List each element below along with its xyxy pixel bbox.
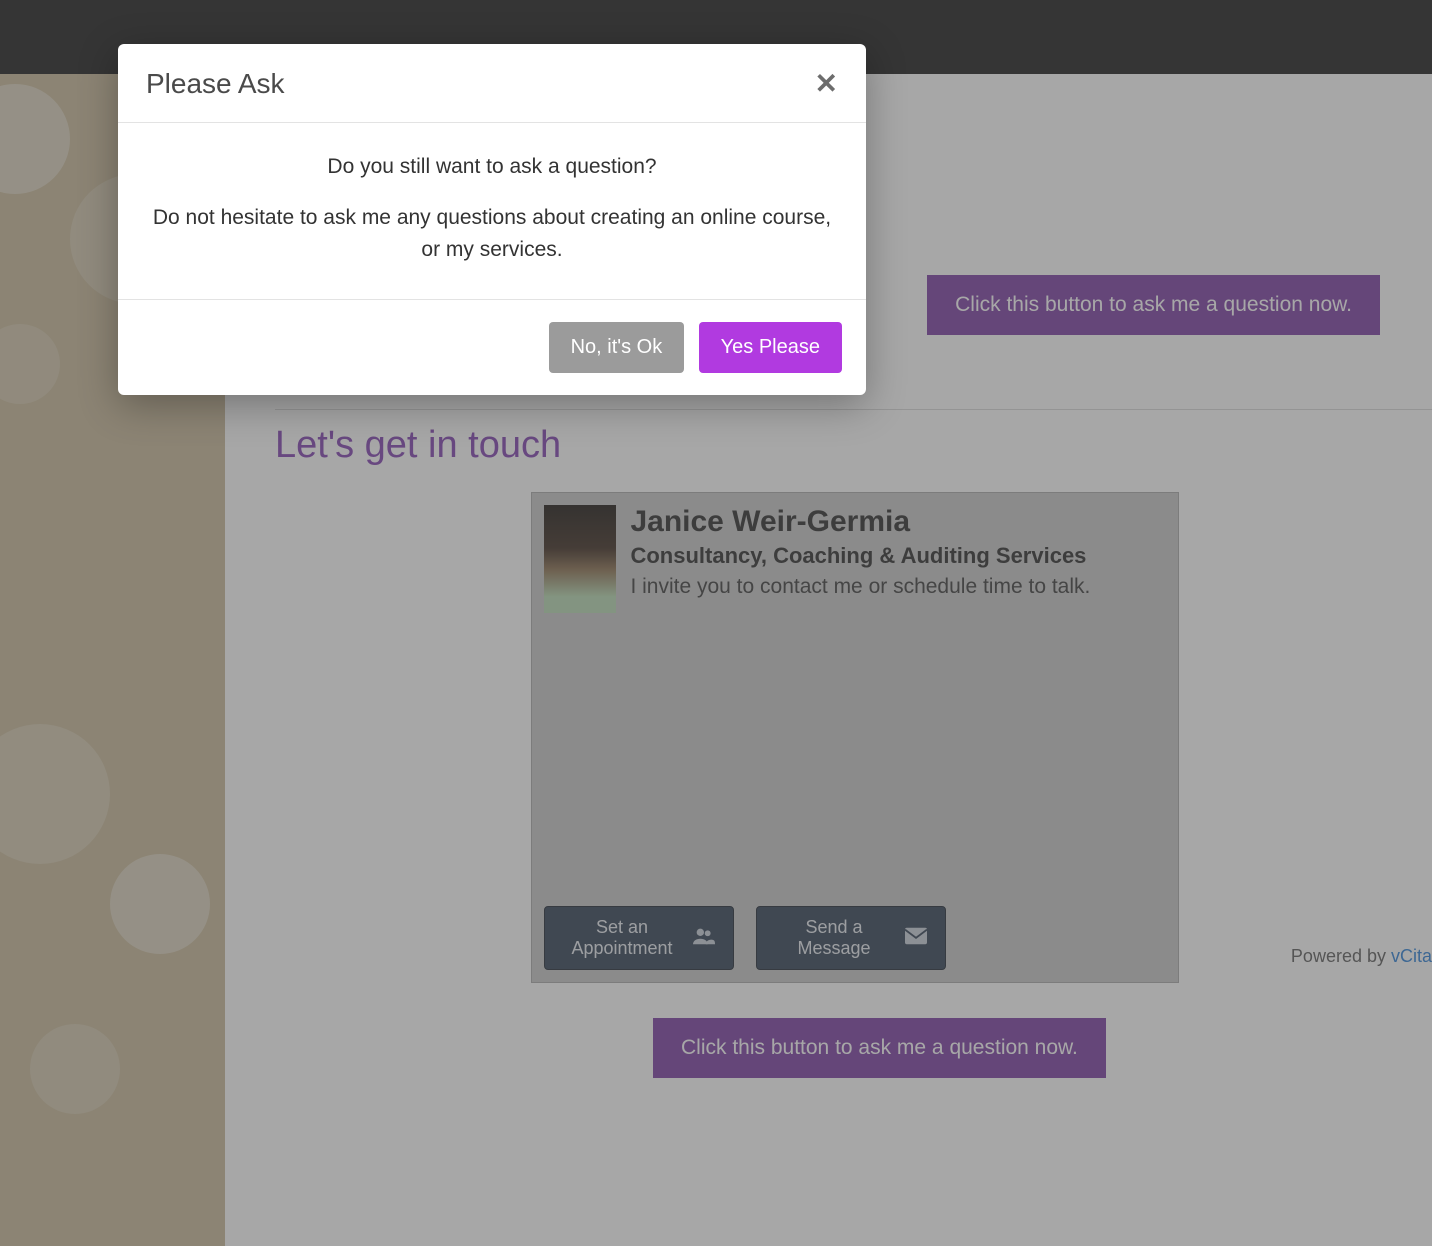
modal-footer: No, it's Ok Yes Please [118, 299, 866, 395]
modal-title: Please Ask [146, 68, 285, 100]
modal-line1: Do you still want to ask a question? [146, 151, 838, 184]
modal-body: Do you still want to ask a question? Do … [118, 123, 866, 299]
no-button-label: No, it's Ok [571, 336, 663, 358]
modal-header: Please Ask ✕ [118, 44, 866, 123]
yes-button[interactable]: Yes Please [699, 322, 842, 373]
close-icon[interactable]: ✕ [815, 70, 838, 98]
modal-dialog: Please Ask ✕ Do you still want to ask a … [118, 44, 866, 395]
yes-button-label: Yes Please [721, 336, 820, 358]
modal-line2: Do not hesitate to ask me any questions … [146, 202, 838, 267]
no-button[interactable]: No, it's Ok [549, 322, 685, 373]
